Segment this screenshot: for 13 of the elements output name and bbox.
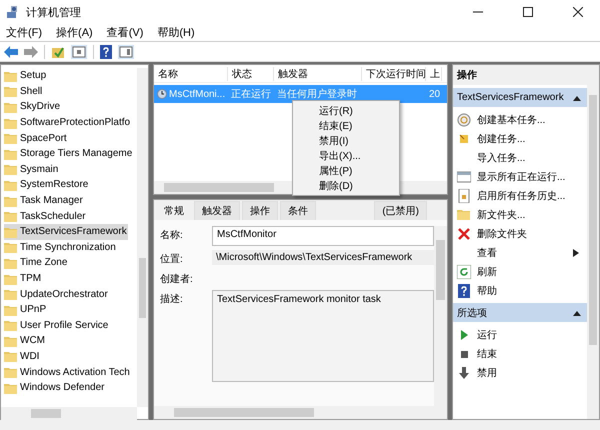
table-cell: MsCtfMoni... bbox=[169, 88, 226, 100]
field-value: \Microsoft\Windows\TextServicesFramework bbox=[212, 250, 434, 265]
window-title: 计算机管理 bbox=[26, 6, 82, 20]
field-label: 名称: bbox=[160, 229, 184, 242]
table-cell-text: 当任何用户登录时 bbox=[277, 88, 357, 101]
field-label: 创建者: bbox=[160, 272, 194, 286]
field-label: 位置: bbox=[160, 252, 184, 266]
table-cell-text: 正在运行 bbox=[231, 88, 271, 101]
table-cell: 20 bbox=[429, 88, 440, 100]
field-label: 描述: bbox=[160, 292, 184, 306]
section-title: TextServicesFramework bbox=[457, 92, 564, 103]
panel-title: 操作 bbox=[453, 65, 587, 85]
section-title: 所选项 bbox=[457, 306, 487, 320]
